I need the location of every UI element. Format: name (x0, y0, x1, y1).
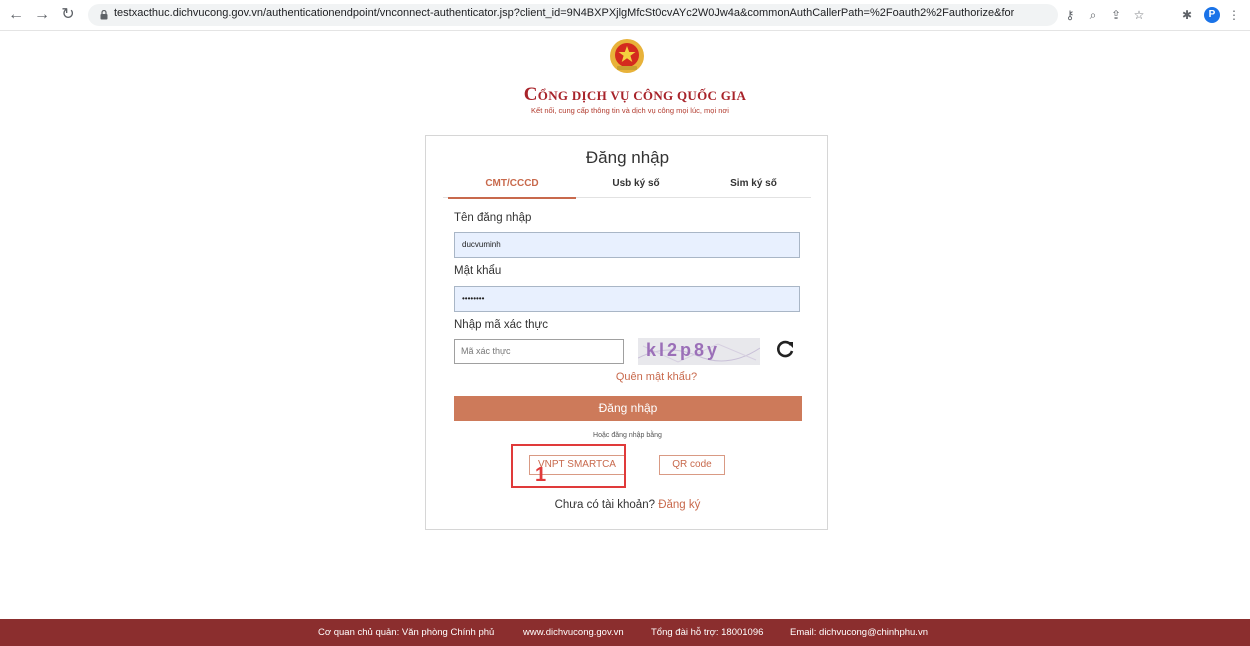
back-arrow-icon[interactable]: ← (6, 5, 26, 25)
alt-login-text: Hoặc đăng nhập bằng (593, 432, 662, 439)
portal-title-rest: ỔNG DỊCH VỤ CÔNG QUỐC GIA (537, 88, 747, 103)
footer-email[interactable]: Email: dichvucong@chinhphu.vn (790, 619, 928, 646)
footer-agency: Cơ quan chủ quản: Văn phòng Chính phủ (318, 627, 495, 638)
login-title: Đăng nhập (585, 148, 670, 167)
forward-arrow-icon[interactable]: → (32, 5, 52, 25)
zoom-icon[interactable]: ⌕ (1085, 7, 1101, 23)
extensions-puzzle-icon[interactable]: ✱ (1179, 7, 1195, 23)
footer: Cơ quan chủ quản: Văn phòng Chính phủ ww… (0, 619, 1250, 646)
login-card: Đăng nhập CMT/CCCD Usb ký số Sim ký số T… (425, 135, 828, 530)
forgot-password-link[interactable]: Quên mật khẩu? (426, 371, 829, 383)
bookmark-star-icon[interactable]: ☆ (1131, 7, 1147, 23)
login-button[interactable]: Đăng nhập (454, 396, 802, 421)
profile-avatar[interactable]: P (1204, 7, 1220, 23)
register-text: Chưa có tài khoản? (554, 499, 655, 511)
portal-title-initial: C (523, 84, 538, 105)
annotation-number: 1 (535, 464, 547, 486)
tab-usb-ky-so[interactable]: Usb ký số (576, 178, 696, 189)
share-icon[interactable]: ⇪ (1108, 7, 1124, 23)
register-prompt: Chưa có tài khoản? Đăng ký (426, 499, 829, 511)
lock-icon (100, 10, 108, 20)
reload-icon[interactable]: ↻ (58, 5, 78, 25)
footer-website[interactable]: www.dichvucong.gov.vn (523, 619, 624, 646)
register-link[interactable]: Đăng ký (658, 499, 700, 511)
captcha-image: kl2p8y (638, 338, 760, 365)
key-icon[interactable]: ⚷ (1062, 7, 1078, 23)
tab-sim-ky-so[interactable]: Sim ký số (696, 178, 811, 189)
username-label: Tên đăng nhập (454, 212, 532, 224)
more-menu-icon[interactable]: ⋮ (1226, 7, 1242, 23)
qr-code-button[interactable]: QR code (659, 455, 725, 475)
password-label: Mật khẩu (454, 265, 502, 277)
url-text: testxacthuc.dichvucong.gov.vn/authentica… (114, 7, 1014, 19)
portal-subtitle: Kết nối, cung cấp thông tin và dịch vụ c… (531, 106, 729, 115)
username-input[interactable]: ducvuminh (454, 232, 800, 258)
portal-title: CỔNG DỊCH VỤ CÔNG QUỐC GIA (520, 84, 750, 106)
refresh-captcha-icon[interactable] (775, 339, 795, 359)
national-emblem-icon (610, 39, 644, 73)
tab-cmt-cccd[interactable]: CMT/CCCD (448, 178, 576, 189)
password-input[interactable]: •••••••• (454, 286, 800, 312)
annotation-highlight-box (511, 444, 626, 488)
captcha-text: kl2p8y (646, 340, 721, 360)
browser-toolbar: ← → ↻ testxacthuc.dichvucong.gov.vn/auth… (0, 0, 1250, 31)
captcha-input[interactable]: Mã xác thực (454, 339, 624, 364)
captcha-label: Nhập mã xác thực (454, 319, 548, 331)
active-tab-indicator (448, 197, 576, 199)
footer-hotline: Tổng đài hỗ trợ: 18001096 (651, 627, 764, 638)
